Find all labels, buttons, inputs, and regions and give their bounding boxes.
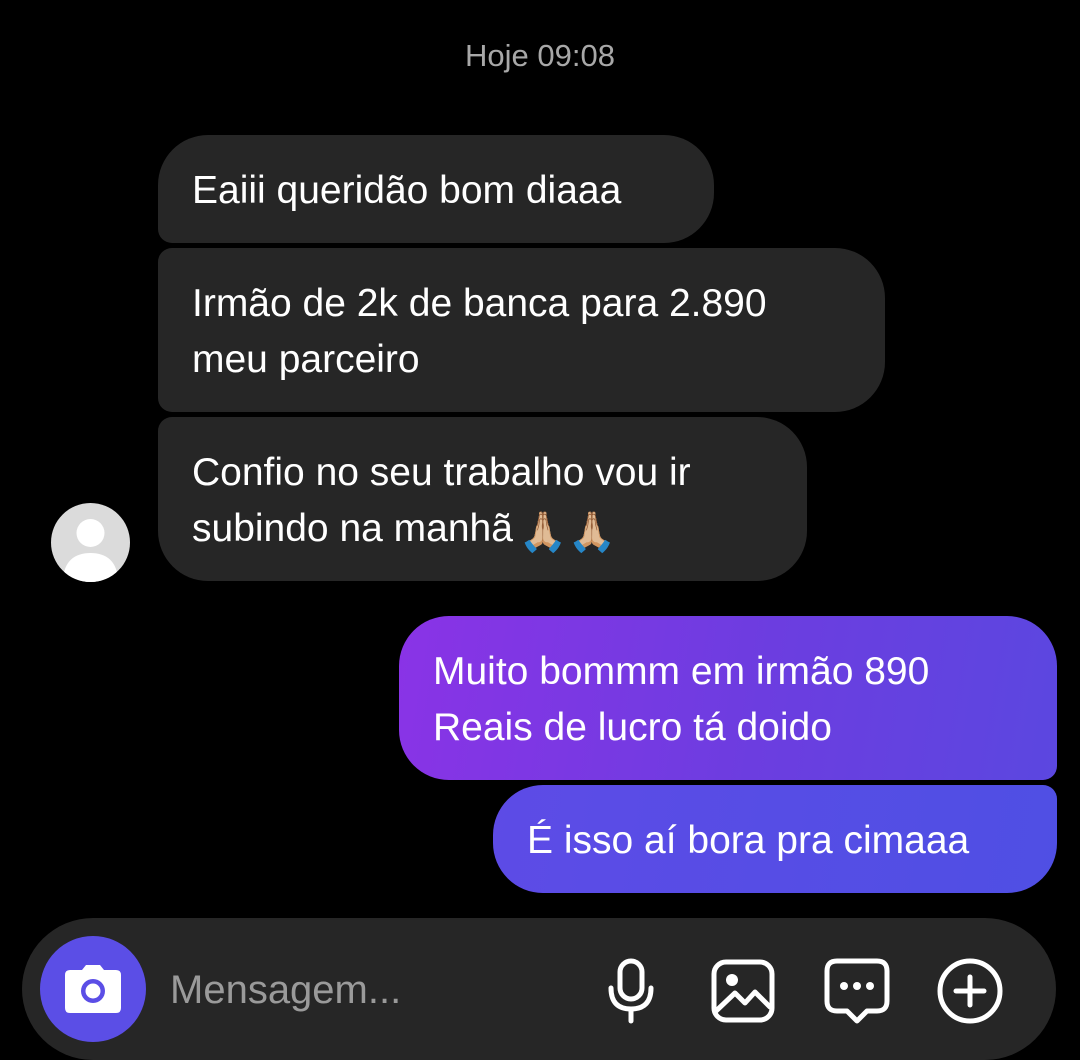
message-text: É isso aí bora pra cimaaa [527, 819, 970, 862]
microphone-icon [608, 958, 654, 1024]
add-button[interactable] [935, 956, 1005, 1026]
message-composer [22, 918, 1056, 1060]
message-text: Irmão de 2k de banca para 2.890 [192, 282, 767, 325]
message-text: subindo na manhã [192, 507, 513, 550]
message-text: Reais de lucro tá doido [433, 706, 832, 749]
plus-icon [937, 958, 1003, 1024]
message-bubble-incoming[interactable]: Confio no seu trabalho vou ir subindo na… [158, 417, 807, 581]
default-avatar-icon [63, 519, 118, 582]
gallery-icon [711, 959, 775, 1023]
message-bubble-incoming[interactable]: Eaiii queridão bom diaaa [158, 135, 714, 243]
message-bubble-outgoing[interactable]: É isso aí bora pra cimaaa [493, 785, 1057, 893]
gallery-button[interactable] [708, 956, 778, 1026]
microphone-button[interactable] [596, 956, 666, 1026]
sticker-button[interactable] [822, 956, 892, 1026]
contact-avatar[interactable] [51, 503, 130, 582]
message-bubble-outgoing[interactable]: Muito bommm em irmão 890 Reais de lucro … [399, 616, 1057, 780]
camera-icon [65, 965, 121, 1013]
chat-timestamp: Hoje 09:08 [465, 38, 615, 73]
message-text: Confio no seu trabalho vou ir [192, 451, 691, 494]
message-text: meu parceiro [192, 338, 420, 381]
camera-button[interactable] [40, 936, 146, 1042]
message-text: Muito bommm em irmão 890 [433, 650, 930, 693]
message-input[interactable] [170, 962, 570, 1018]
message-text: Eaiii queridão bom diaaa [192, 169, 622, 212]
message-bubble-incoming[interactable]: Irmão de 2k de banca para 2.890 meu parc… [158, 248, 885, 412]
sticker-icon [824, 958, 890, 1024]
praying-hands-emoji: 🙏🏼🙏🏼 [518, 511, 617, 554]
